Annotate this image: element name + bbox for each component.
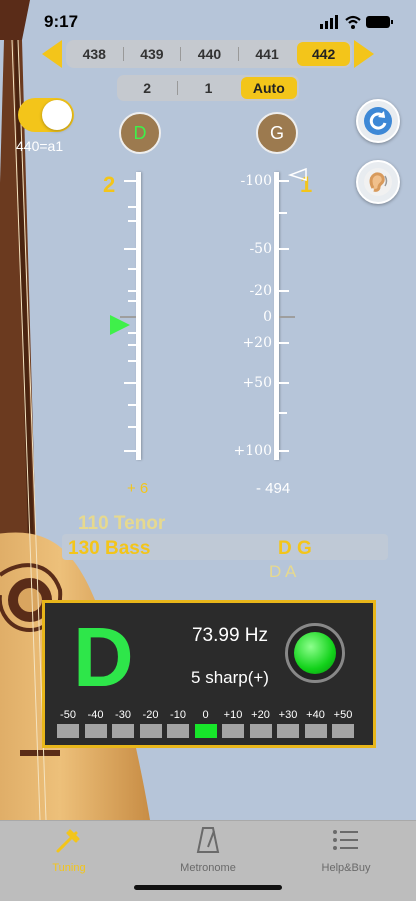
string-1-deviation: - 494 — [256, 480, 291, 497]
frequency-option[interactable]: 440 — [183, 42, 236, 66]
string-1-gauge: -100 -50 -20 0 +20 +50 +100 — [234, 168, 307, 462]
tab-label: Metronome — [180, 862, 236, 874]
tuning-fork-icon — [56, 829, 80, 853]
divider — [177, 81, 179, 95]
string-2-pointer-icon — [110, 315, 130, 335]
in-tune-led — [294, 632, 336, 674]
string-2-gauge — [110, 172, 148, 462]
frequency-option[interactable]: 438 — [68, 42, 121, 66]
wifi-icon — [345, 15, 361, 29]
cents-segment-label: 0 — [202, 709, 209, 721]
frequency-option[interactable]: 441 — [241, 42, 294, 66]
a1-reference-toggle[interactable] — [18, 98, 74, 132]
ear-icon — [364, 168, 392, 196]
cents-segment-label: -20 — [142, 709, 159, 721]
tuning-list-item[interactable]: 110 Tenor — [78, 513, 165, 535]
tab-help-buy[interactable]: Help&Buy — [296, 825, 396, 874]
toggle-knob — [42, 100, 72, 130]
list-icon — [333, 830, 358, 850]
tab-tuning[interactable]: Tuning — [19, 825, 119, 874]
listen-button[interactable] — [356, 160, 400, 204]
cents-segment-label: -10 — [170, 709, 186, 721]
metronome-icon — [196, 827, 220, 853]
cents-segment-label: -30 — [115, 709, 131, 721]
mode-option-1[interactable]: 1 — [180, 77, 236, 99]
next-tuning-notes: D A — [269, 562, 297, 581]
tab-label: Tuning — [52, 862, 86, 874]
mode-option-2[interactable]: 2 — [119, 77, 175, 99]
string-1-pointer-icon — [288, 168, 307, 182]
cents-offset: 5 sharp(+) — [191, 668, 269, 687]
home-indicator — [134, 885, 282, 890]
status-time: 9:17 — [44, 12, 79, 31]
mode-option-auto[interactable]: Auto — [240, 77, 297, 99]
cents-segment-label: +40 — [306, 709, 325, 721]
string-1-note[interactable]: G — [256, 112, 298, 154]
cents-segment-label: +10 — [223, 709, 243, 721]
cents-segment-label: -40 — [87, 709, 104, 721]
tab-metronome[interactable]: Metronome — [158, 825, 258, 874]
in-tune-indicator — [285, 623, 345, 683]
divider — [180, 47, 182, 61]
cents-segment — [84, 724, 107, 738]
status-icons — [320, 15, 393, 29]
cents-segment — [304, 724, 327, 738]
cents-segment — [57, 724, 79, 738]
scale-label: -20 — [249, 283, 272, 299]
frequency-next-arrow[interactable] — [354, 40, 374, 68]
scale-label: -50 — [249, 241, 272, 257]
frequency-option-selected[interactable]: 442 — [297, 42, 350, 66]
string-2-note[interactable]: D — [119, 112, 161, 154]
reset-button[interactable] — [356, 99, 400, 143]
cents-segment-label: +50 — [333, 709, 353, 721]
gauge-ticks — [279, 172, 297, 460]
divider — [237, 47, 239, 61]
scale-label: 0 — [263, 309, 272, 325]
scale-label: +20 — [242, 335, 272, 351]
cents-segment-label: +30 — [278, 709, 298, 721]
divider — [122, 47, 124, 61]
cents-segment — [139, 724, 162, 738]
tab-label: Help&Buy — [321, 862, 371, 874]
detected-frequency: 73.99 Hz — [191, 625, 269, 646]
frequency-option[interactable]: 439 — [126, 42, 179, 66]
scale-label: +50 — [242, 375, 272, 391]
gauge-rail — [136, 172, 141, 460]
cents-segment — [167, 724, 189, 738]
cents-segment — [332, 724, 354, 738]
scale-label: -100 — [240, 173, 272, 189]
string-2-deviation: + 6 — [127, 480, 149, 497]
mode-selector: 2 1 Auto — [117, 75, 299, 101]
battery-icon — [366, 16, 393, 28]
tuning-list-item-selected[interactable]: 130 Bass — [68, 538, 150, 560]
toggle-label: 440=a1 — [16, 138, 64, 154]
string-2-number: 2 — [103, 172, 116, 197]
scale-label: +100 — [233, 443, 272, 459]
cents-segment — [194, 724, 217, 738]
cents-segment — [249, 724, 272, 738]
cents-segment-label: -50 — [60, 709, 76, 721]
cents-segment — [277, 724, 299, 738]
refresh-icon — [364, 107, 392, 135]
detected-note: D — [73, 610, 134, 704]
selected-tuning-notes: D G — [278, 538, 312, 559]
cellular-signal-icon — [320, 15, 338, 29]
cents-segment — [112, 724, 134, 738]
readout-panel: D 73.99 Hz 5 sharp(+) -50 -40 -30 -20 -10 0 +1… — [42, 600, 376, 748]
cents-segment — [222, 724, 244, 738]
cents-segment-label: +20 — [251, 709, 270, 721]
frequency-prev-arrow[interactable] — [42, 40, 62, 68]
frequency-selector: 438 439 440 441 442 — [66, 40, 352, 68]
